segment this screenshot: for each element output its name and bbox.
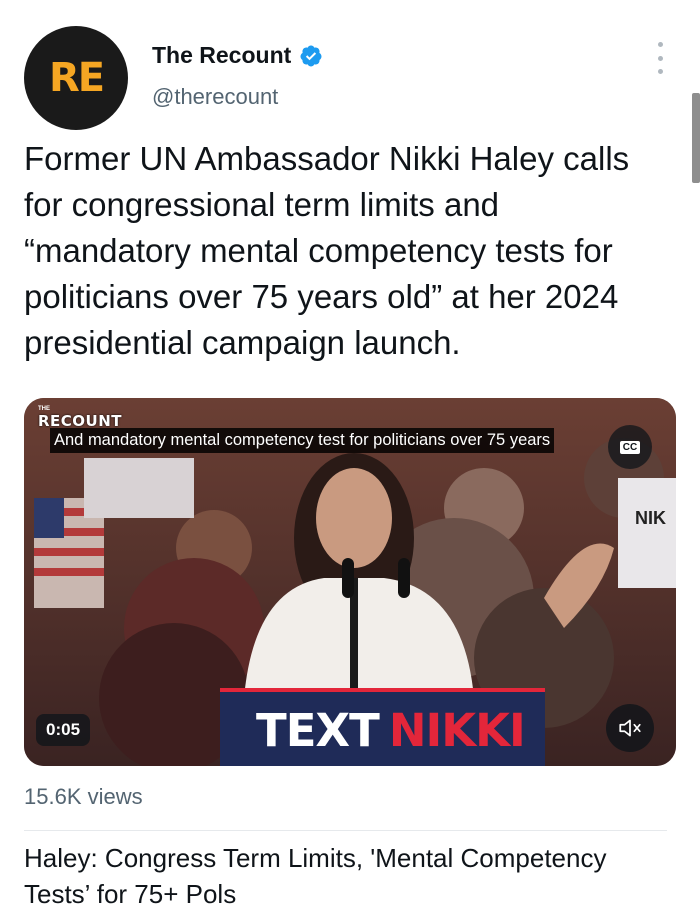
scrollbar[interactable] [692,93,700,183]
display-name[interactable]: The Recount [152,42,291,69]
link-card-title[interactable]: Haley: Congress Term Limits, 'Mental Com… [24,840,624,912]
podium-sign: TEXT NIKKI [256,704,526,757]
more-vertical-icon[interactable] [654,42,666,74]
crowd-sign-text: NIK [635,508,666,528]
user-handle[interactable]: @therecount [152,84,278,110]
podium-sign-white: TEXT [256,704,380,757]
name-row: The Recount [152,42,323,69]
more-dot [657,55,663,61]
closed-captions-button[interactable]: CC [608,425,652,469]
verified-badge-icon [300,45,322,66]
avatar-logo-text: RE [48,55,105,101]
tweet-text: Former UN Ambassador Nikki Haley calls f… [24,140,630,361]
mute-button[interactable] [606,704,654,752]
more-dot [657,69,663,74]
avatar[interactable]: RE [24,26,128,130]
view-count: 15.6K views [24,784,143,809]
tweet-header: RE The Recount @therecount [24,24,676,134]
video-caption: And mandatory mental competency test for… [50,428,555,453]
divider [24,830,667,831]
video-time: 0:05 [36,714,91,746]
more-dot [657,42,663,47]
video-player[interactable]: THE RECOUNT And mandatory mental compete… [24,398,676,766]
closed-captions-icon: CC [619,440,641,454]
podium-sign-red: NIKKI [388,704,526,757]
speaker-muted-icon [619,719,641,737]
